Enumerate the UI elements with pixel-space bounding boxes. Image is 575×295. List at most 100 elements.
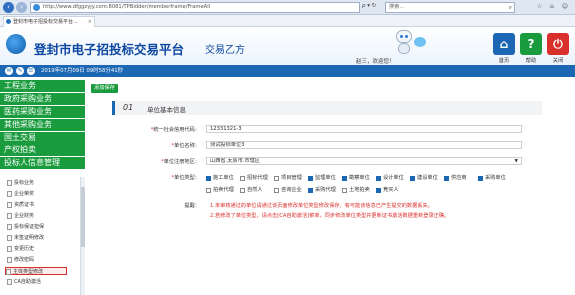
unit-type-checkbox[interactable]: 监理单位 [308,174,336,182]
unit-name-label: *单位名称： [171,143,200,149]
credit-code-label: *统一社会信用代码： [150,127,200,133]
tree-item-unsigned-proof[interactable]: 未签证明修改 [7,234,77,242]
site-header: 登封市电子招投标交易平台 交易乙方 赵三，欢迎您！ ⌂ 首页 ? 帮助 ⏻ 关闭 [0,27,575,65]
status-strip: ✉ ✎ ☰ 2019年07月09日 09时58分41秒 [0,65,575,77]
url-text: http://www.dfggzyjy.com:8081/TPBidder/me… [43,4,211,10]
tab-title: 登封市电子招投标交易平台... [13,19,78,25]
section-header: 01 单位基本信息 [112,101,542,115]
unit-type-checkbox[interactable]: 采购单位 [478,174,506,182]
checked-box-icon[interactable] [478,176,483,181]
unit-type-checkbox[interactable]: 施工单位 [206,174,234,182]
document-icon [7,213,12,219]
checkbox-label: 自然人 [247,187,263,193]
search-placeholder: 搜索... [389,4,405,10]
tree-item-change-password[interactable]: 修改密码 [7,256,77,264]
submenu-tree: 投标业务 企业荣奖 资质证书 企业财务 投标保证担保 未签证明修改 变更历史 修… [0,177,85,295]
current-datetime: 2019年07月09日 09时58分41秒 [41,68,124,74]
close-label: 关闭 [552,58,564,64]
browser-tab[interactable]: 登封市电子招投标交易平台... × [3,16,95,27]
checked-box-icon[interactable] [376,176,381,181]
region-select[interactable]: 山西省.太原市.市辖区 ▼ [206,157,522,165]
checkbox-label: 竞买人 [383,187,399,193]
checked-box-icon[interactable] [206,176,211,181]
site-title: 登封市电子招投标交易平台 [34,42,185,57]
unit-type-label: *单位类型： [171,175,200,181]
region-value: 山西省.太原市.市辖区 [210,158,260,164]
tree-item-finance[interactable]: 企业财务 [7,212,77,220]
checkbox-icon[interactable] [240,188,245,193]
checkbox-label: 设计单位 [383,175,404,181]
checked-box-icon[interactable] [308,176,313,181]
checked-box-icon[interactable] [444,176,449,181]
back-button-icon[interactable]: ‹ [3,2,14,13]
document-icon [7,246,12,252]
unit-type-checkbox[interactable]: 勘察单位 [342,174,370,182]
scrollbar-thumb[interactable] [81,187,85,247]
browser-search-input[interactable]: 搜索... ⌕ [385,2,515,13]
unit-type-checkbox[interactable]: 设计单位 [376,174,404,182]
menu-item-property-auction[interactable]: 产权拍卖 [0,144,85,157]
tree-item-awards[interactable]: 企业荣奖 [7,190,77,198]
unit-type-checkbox[interactable]: 招标代理 [240,174,268,182]
document-icon [7,257,12,263]
tree-scrollbar[interactable] [80,177,85,295]
checkbox-icon[interactable] [274,188,279,193]
document-icon [7,180,12,186]
platform-logo-icon [6,34,26,54]
unit-type-checkbox[interactable]: 自然人 [240,186,263,194]
unit-type-checkbox[interactable]: 项目管理 [274,174,302,182]
menu-item-medical-procurement[interactable]: 医药采购业务 [0,105,85,118]
unit-name-field[interactable]: 测试投标单位3 [206,141,522,149]
unit-type-checkbox[interactable]: 咨询企业 [274,186,302,194]
tree-item-bid-guarantee[interactable]: 投标保证担保 [7,223,77,231]
checkbox-icon[interactable] [342,188,347,193]
message-icon[interactable]: ✉ [5,67,13,75]
forward-button-icon[interactable]: › [16,2,27,13]
document-icon [7,202,12,208]
unit-type-checkbox[interactable]: 建设单位 [410,174,438,182]
home-button[interactable]: ⌂ [493,33,515,55]
search-icon[interactable]: ⌕ [509,3,512,12]
checked-box-icon[interactable] [308,188,313,193]
section-title: 单位基本信息 [147,106,186,114]
unit-type-checkbox[interactable]: 供应商 [444,174,467,182]
tab-favicon-icon [6,19,11,24]
checkbox-icon[interactable] [240,176,245,181]
speech-bubble-icon [414,37,426,47]
tree-item-certificates[interactable]: 资质证书 [7,201,77,209]
tip-line-1: 1.未审核通过的单位请通过该页面修改单位类型修改保存，有可能该信息已产生提交的数… [210,203,433,209]
checked-box-icon[interactable] [342,176,347,181]
checked-box-icon[interactable] [410,176,415,181]
menu-icon[interactable]: ☰ [27,67,35,75]
close-tab-icon[interactable]: × [88,17,92,27]
unit-type-checkbox[interactable]: 拍卖代理 [206,186,234,194]
checkbox-icon[interactable] [274,176,279,181]
credit-code-field[interactable]: 12331321-3 [206,125,522,133]
menu-item-bidder-info[interactable]: 投标人信息管理 [0,157,85,170]
help-button[interactable]: ? [520,33,542,55]
tree-item-ca-activation[interactable]: CA自助激活 [7,278,77,286]
checkbox-label: 土地拍卖 [349,187,370,193]
menu-item-land-trading[interactable]: 国土交易 [0,131,85,144]
tree-item-bid-business[interactable]: 投标业务 [7,179,77,187]
chevron-down-icon: ▼ [514,159,518,164]
tree-item-entity-type-modify[interactable]: 主体类型修改 [5,267,67,275]
unit-type-checkbox[interactable]: 竞买人 [376,186,399,194]
close-button[interactable]: ⏻ [547,33,569,55]
welcome-text: 赵三，欢迎您！ [356,59,395,65]
address-bar[interactable]: http://www.dfggzyjy.com:8081/TPBidder/me… [30,2,360,13]
address-tools-icon[interactable]: ρ ▾ ↻ [362,3,376,9]
checkbox-label: 供应商 [451,175,467,181]
tree-item-change-history[interactable]: 变更历史 [7,245,77,253]
save-button[interactable]: 添加保存 [91,84,118,93]
checked-box-icon[interactable] [376,188,381,193]
checkbox-icon[interactable] [206,188,211,193]
browser-window-icons[interactable]: ☆ ⌂ ☺ [537,3,571,10]
unit-type-checkbox[interactable]: 土地拍卖 [342,186,370,194]
menu-item-other-procurement[interactable]: 其他采购业务 [0,118,85,131]
menu-item-government-procurement[interactable]: 政府采购业务 [0,92,85,105]
unit-type-checkbox[interactable]: 采购代理 [308,186,336,194]
edit-icon[interactable]: ✎ [16,67,24,75]
menu-item-engineering[interactable]: 工程业务 [0,80,85,92]
checkbox-label: 建设单位 [417,175,438,181]
